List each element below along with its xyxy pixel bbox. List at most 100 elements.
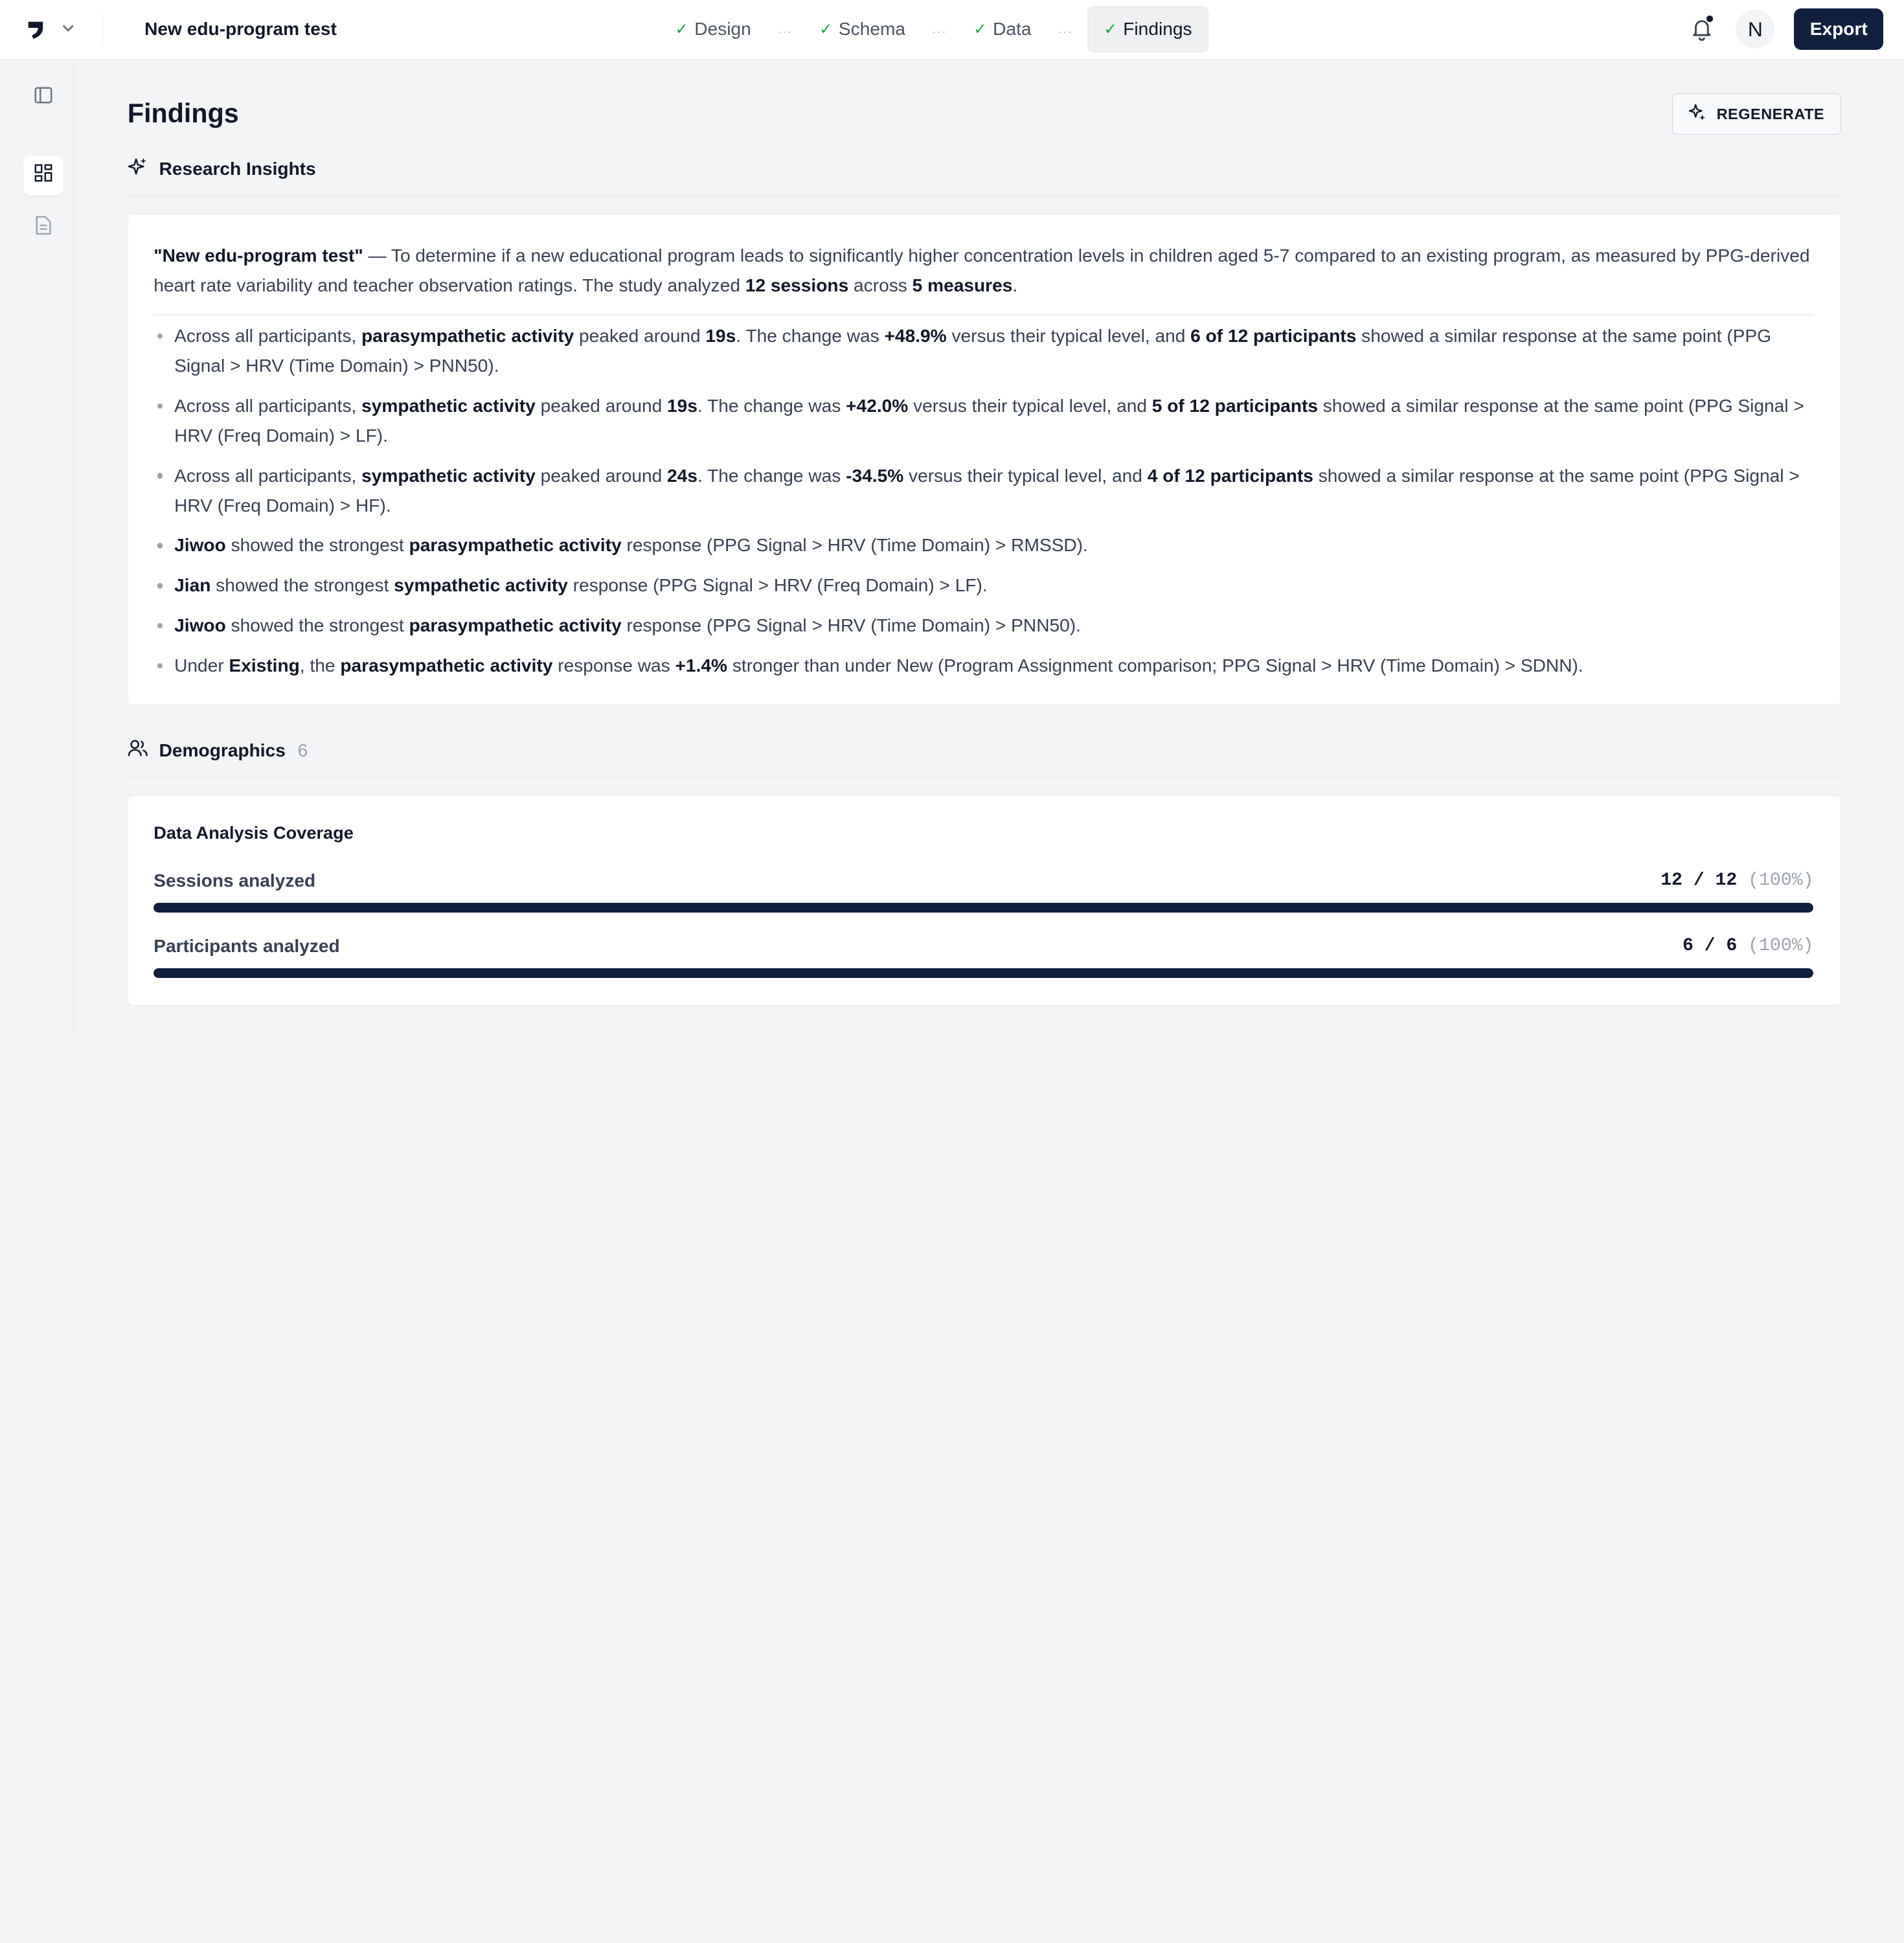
summary-divider	[153, 313, 1814, 315]
emphasis-text: +48.9%	[884, 326, 947, 346]
coverage-count: 12 / 12	[1660, 870, 1738, 891]
emphasis-text: sympathetic activity	[361, 465, 536, 486]
header-divider	[102, 14, 104, 45]
progress-bar	[153, 903, 1814, 913]
emphasis-text: 6 of 12 participants	[1190, 326, 1357, 346]
emphasis-text: 12 sessions	[745, 275, 849, 296]
emphasis-text: 24s	[667, 465, 697, 486]
emphasis-text: 19s	[705, 326, 736, 346]
workspace-switcher[interactable]	[25, 0, 76, 59]
section-title: Demographics	[159, 740, 286, 760]
users-icon	[128, 738, 148, 762]
step-data[interactable]: ✓ Data	[962, 6, 1044, 52]
emphasis-text: parasympathetic activity	[361, 326, 574, 346]
step-separator: ...	[778, 21, 793, 36]
emphasis-text: 5 of 12 participants	[1151, 395, 1318, 416]
check-icon: ✓	[819, 21, 833, 38]
insights-list: Across all participants, parasympathetic…	[153, 321, 1815, 691]
section-title: Research Insights	[159, 159, 316, 179]
text-run: Under	[174, 655, 229, 676]
sparkle-icon	[1688, 103, 1706, 125]
emphasis-text: 19s	[667, 395, 697, 416]
research-insights-card: "New edu-program test" — To determine if…	[127, 214, 1841, 706]
text-run: stronger than under New (Program Assignm…	[727, 655, 1583, 676]
text-run: showed the strongest	[225, 615, 409, 636]
coverage-count: 6 / 6	[1682, 935, 1738, 956]
insight-item: Across all participants, parasympathetic…	[153, 321, 1815, 381]
step-label: Findings	[1123, 19, 1192, 39]
text-run: Across all participants,	[174, 465, 362, 486]
notification-dot	[1706, 16, 1713, 22]
coverage-label: Sessions analyzed	[153, 870, 316, 891]
notifications-bell-icon[interactable]	[1687, 15, 1716, 44]
coverage-row-sessions: Sessions analyzed 12 / 12 (100%)	[153, 870, 1814, 913]
user-avatar[interactable]: N	[1736, 10, 1775, 49]
emphasis-text: parasympathetic activity	[409, 535, 622, 556]
text-run: response (PPG Signal > HRV (Freq Domain)…	[567, 575, 988, 596]
regenerate-button[interactable]: REGENERATE	[1672, 93, 1841, 135]
insight-item: Across all participants, sympathetic act…	[153, 461, 1815, 521]
document-icon	[34, 215, 52, 241]
insight-item: Across all participants, sympathetic act…	[153, 391, 1815, 451]
coverage-percent: (100%)	[1748, 935, 1814, 956]
insight-item: Jian showed the strongest sympathetic ac…	[153, 571, 1815, 600]
sparkle-icon	[128, 157, 148, 182]
text-run: response (PPG Signal > HRV (Time Domain)…	[621, 615, 1081, 636]
check-icon: ✓	[973, 21, 987, 38]
emphasis-text: +42.0%	[846, 395, 909, 416]
coverage-label: Participants analyzed	[153, 935, 340, 956]
emphasis-text: parasympathetic activity	[340, 655, 553, 676]
emphasis-text: sympathetic activity	[361, 395, 536, 416]
progress-bar-fill	[153, 968, 1814, 979]
text-run: . The change was	[697, 395, 846, 416]
coverage-value: 12 / 12 (100%)	[1660, 870, 1813, 891]
step-findings[interactable]: ✓ Findings	[1087, 6, 1208, 52]
coverage-value: 6 / 6 (100%)	[1683, 936, 1813, 956]
research-insights-heading: Research Insights	[128, 157, 316, 182]
header-actions: N Export	[1687, 7, 1884, 51]
section-divider	[127, 195, 1841, 197]
text-run: across	[848, 275, 912, 296]
step-design[interactable]: ✓ Design	[663, 6, 764, 52]
step-separator: ...	[1058, 21, 1073, 36]
step-label: Design	[694, 19, 751, 39]
project-title: New edu-program test	[144, 19, 337, 40]
demographics-heading[interactable]: Demographics 6	[128, 738, 308, 762]
insight-item: Jiwoo showed the strongest parasympathet…	[153, 611, 1815, 641]
top-bar: New edu-program test ✓ Design ... ✓ Sche…	[0, 0, 1904, 60]
emphasis-text: parasympathetic activity	[409, 615, 622, 636]
emphasis-text: 4 of 12 participants	[1147, 465, 1313, 486]
text-run: peaked around	[535, 395, 668, 416]
step-separator: ...	[932, 21, 947, 36]
study-summary: "New edu-program test" — To determine if…	[153, 241, 1815, 301]
sidebar-toggle-button[interactable]	[23, 78, 63, 118]
text-run: peaked around	[574, 326, 706, 346]
text-run: . The change was	[697, 465, 846, 486]
coverage-percent: (100%)	[1748, 870, 1814, 891]
step-schema[interactable]: ✓ Schema	[807, 6, 917, 52]
regenerate-label: REGENERATE	[1716, 105, 1825, 122]
emphasis-text: sympathetic activity	[394, 575, 568, 596]
text-run: versus their typical level, and	[946, 326, 1191, 346]
insight-item: Under Existing, the parasympathetic acti…	[153, 651, 1815, 681]
rail-item-dashboard[interactable]	[23, 155, 63, 196]
export-button[interactable]: Export	[1794, 8, 1884, 50]
emphasis-text: 5 measures	[912, 275, 1013, 296]
text-run: response was	[552, 655, 675, 676]
check-icon: ✓	[675, 21, 688, 38]
findings-panel: Findings REGENERATE Research Insights "N…	[75, 61, 1892, 1036]
chevron-down-icon[interactable]	[61, 18, 76, 40]
text-run: , the	[299, 655, 341, 676]
coverage-row-participants: Participants analyzed 6 / 6 (100%)	[153, 935, 1814, 979]
text-run: . The change was	[736, 326, 885, 346]
text-run: showed the strongest	[210, 575, 394, 596]
emphasis-text: "New edu-program test"	[153, 245, 363, 266]
data-coverage-card: Data Analysis Coverage Sessions analyzed…	[127, 795, 1841, 1006]
dashboard-icon	[34, 163, 53, 188]
app-window: New edu-program test ✓ Design ... ✓ Sche…	[0, 0, 1904, 1036]
text-run: Across all participants,	[174, 395, 362, 416]
left-rail	[12, 60, 74, 1036]
text-run: .	[1012, 275, 1018, 296]
page-title: Findings	[127, 98, 239, 128]
rail-item-document[interactable]	[23, 208, 63, 248]
